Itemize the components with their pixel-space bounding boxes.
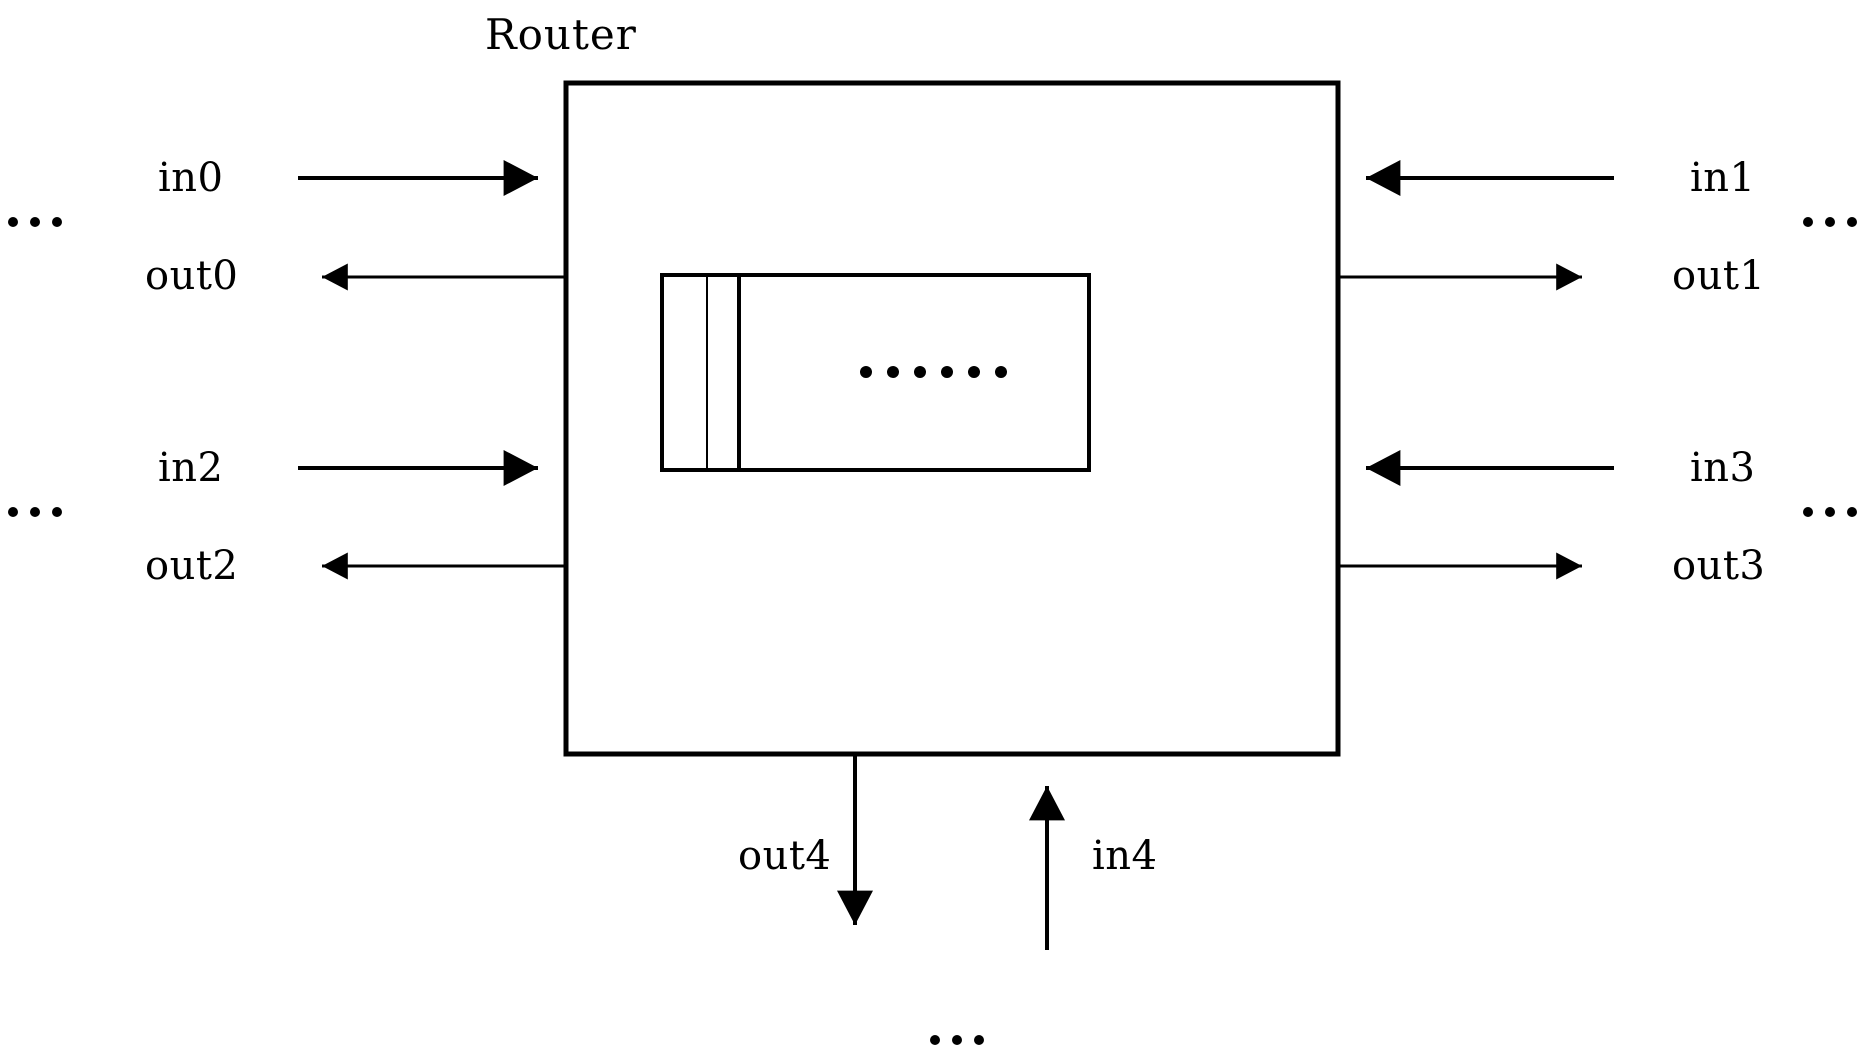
dot bbox=[8, 217, 18, 227]
dot bbox=[887, 366, 899, 378]
port-label-out2: out2 bbox=[145, 543, 239, 589]
port-label-in4: in4 bbox=[1092, 833, 1158, 879]
dot bbox=[968, 366, 980, 378]
port-label-out3: out3 bbox=[1672, 543, 1766, 589]
dot bbox=[1803, 217, 1813, 227]
dot bbox=[1847, 217, 1857, 227]
port-label-out0: out0 bbox=[145, 253, 239, 299]
port-label-out1: out1 bbox=[1672, 253, 1766, 299]
dot bbox=[860, 366, 872, 378]
ellipsis-east-bottom bbox=[1803, 507, 1857, 517]
dot bbox=[974, 1035, 984, 1045]
dot bbox=[952, 1035, 962, 1045]
dot bbox=[1825, 507, 1835, 517]
dot bbox=[1803, 507, 1813, 517]
dot bbox=[995, 366, 1007, 378]
port-label-in0: in0 bbox=[158, 155, 224, 201]
dot bbox=[914, 366, 926, 378]
dot bbox=[941, 366, 953, 378]
ellipsis-west-bottom bbox=[8, 507, 74, 517]
router-box bbox=[563, 80, 1341, 757]
page-title: Router bbox=[485, 10, 637, 59]
port-label-out4: out4 bbox=[738, 833, 832, 879]
port-label-in3: in3 bbox=[1690, 445, 1756, 491]
dot bbox=[30, 217, 40, 227]
dot bbox=[30, 507, 40, 517]
buffer-ellipsis bbox=[860, 366, 1022, 378]
port-label-in2: in2 bbox=[158, 445, 224, 491]
dot bbox=[1847, 507, 1857, 517]
diagram-canvas: Router in0 out0 in2 out2 in1 out1 in3 ou… bbox=[0, 0, 1857, 1060]
dot bbox=[52, 217, 62, 227]
router-diagram-svg bbox=[298, 80, 1614, 950]
dot bbox=[930, 1035, 940, 1045]
ellipsis-east-top bbox=[1803, 217, 1857, 227]
port-label-in1: in1 bbox=[1690, 155, 1756, 201]
dot bbox=[1825, 217, 1835, 227]
dot bbox=[52, 507, 62, 517]
ellipsis-west-top bbox=[8, 217, 74, 227]
dot bbox=[8, 507, 18, 517]
ellipsis-south bbox=[930, 1035, 996, 1045]
